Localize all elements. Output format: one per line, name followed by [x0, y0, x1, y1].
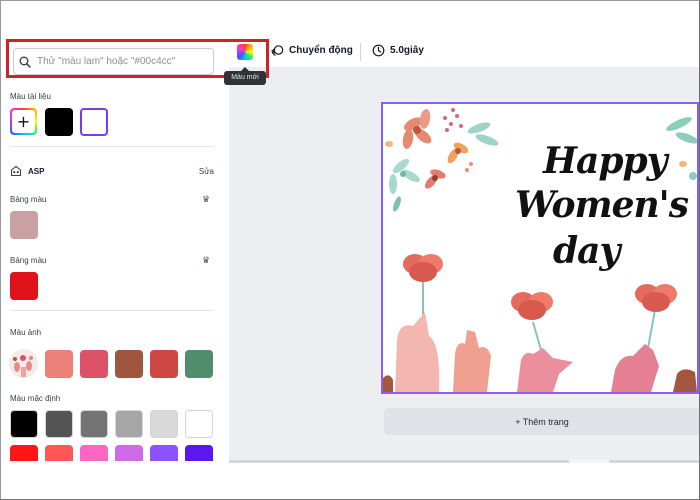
horizontal-scrollbar[interactable]: [229, 460, 699, 463]
default-color-swatch[interactable]: [115, 445, 143, 461]
default-color-swatch[interactable]: [45, 410, 73, 438]
plus-icon: +: [12, 110, 35, 133]
divider: [10, 146, 214, 147]
headline-womens: Women's: [515, 184, 689, 226]
photo-color-swatch[interactable]: [150, 350, 178, 378]
default-color-swatch[interactable]: [185, 445, 213, 461]
document-color-swatch[interactable]: [45, 108, 73, 136]
photo-thumbnail-image: [9, 349, 38, 378]
palette-color-swatch[interactable]: [10, 272, 38, 300]
photo-color-swatch[interactable]: [80, 350, 108, 378]
brand-kit-row: ASP Sửa: [10, 164, 214, 178]
animate-icon: [271, 45, 284, 56]
default-colors-heading: Màu mặc định: [10, 394, 61, 403]
scrollbar-thumb[interactable]: [569, 460, 609, 463]
headline-day: day: [553, 230, 620, 272]
animate-button[interactable]: Chuyển động: [271, 44, 353, 57]
toolbar-divider: [360, 43, 361, 61]
default-color-swatch[interactable]: [150, 445, 178, 461]
photo-color-swatch[interactable]: [185, 350, 213, 378]
default-color-swatch[interactable]: [10, 410, 38, 438]
headline-happy: Happy: [543, 140, 668, 182]
document-color-swatch-selected[interactable]: [80, 108, 108, 136]
brand-kit-name: ASP: [28, 166, 45, 176]
animate-label: Chuyển động: [289, 45, 353, 56]
palette-color-swatch[interactable]: [10, 211, 38, 239]
crown-icon: ♛: [202, 255, 211, 265]
document-colors-heading: Màu tài liệu: [10, 92, 51, 101]
palette-heading: Bảng màu: [10, 256, 47, 265]
default-color-swatch[interactable]: [150, 410, 178, 438]
add-color-button[interactable]: +: [10, 108, 37, 135]
divider: [10, 310, 214, 311]
photo-thumbnail[interactable]: [9, 349, 38, 378]
brand-kit-edit-link[interactable]: Sửa: [199, 167, 214, 176]
clock-icon: [372, 44, 385, 57]
default-color-swatch[interactable]: [115, 410, 143, 438]
add-page-button[interactable]: + Thêm trang: [384, 408, 700, 435]
default-color-swatch[interactable]: [80, 410, 108, 438]
palette-heading: Bảng màu: [10, 195, 47, 204]
photo-colors-heading: Màu ảnh: [10, 328, 42, 337]
design-page[interactable]: Happy Women's day: [381, 102, 699, 394]
default-color-swatch[interactable]: [80, 445, 108, 461]
default-color-swatch[interactable]: [185, 410, 213, 438]
duration-label: 5.0giây: [390, 45, 424, 56]
photo-color-swatch[interactable]: [45, 350, 73, 378]
new-color-tooltip: Màu mới: [224, 67, 266, 85]
crown-icon: ♛: [202, 194, 211, 204]
photo-color-swatch[interactable]: [115, 350, 143, 378]
default-color-swatch[interactable]: [45, 445, 73, 461]
duration-button[interactable]: 5.0giây: [372, 44, 424, 57]
brand-kit-icon: [10, 165, 22, 177]
new-color-button[interactable]: [237, 44, 253, 60]
default-color-swatch[interactable]: [10, 445, 38, 461]
